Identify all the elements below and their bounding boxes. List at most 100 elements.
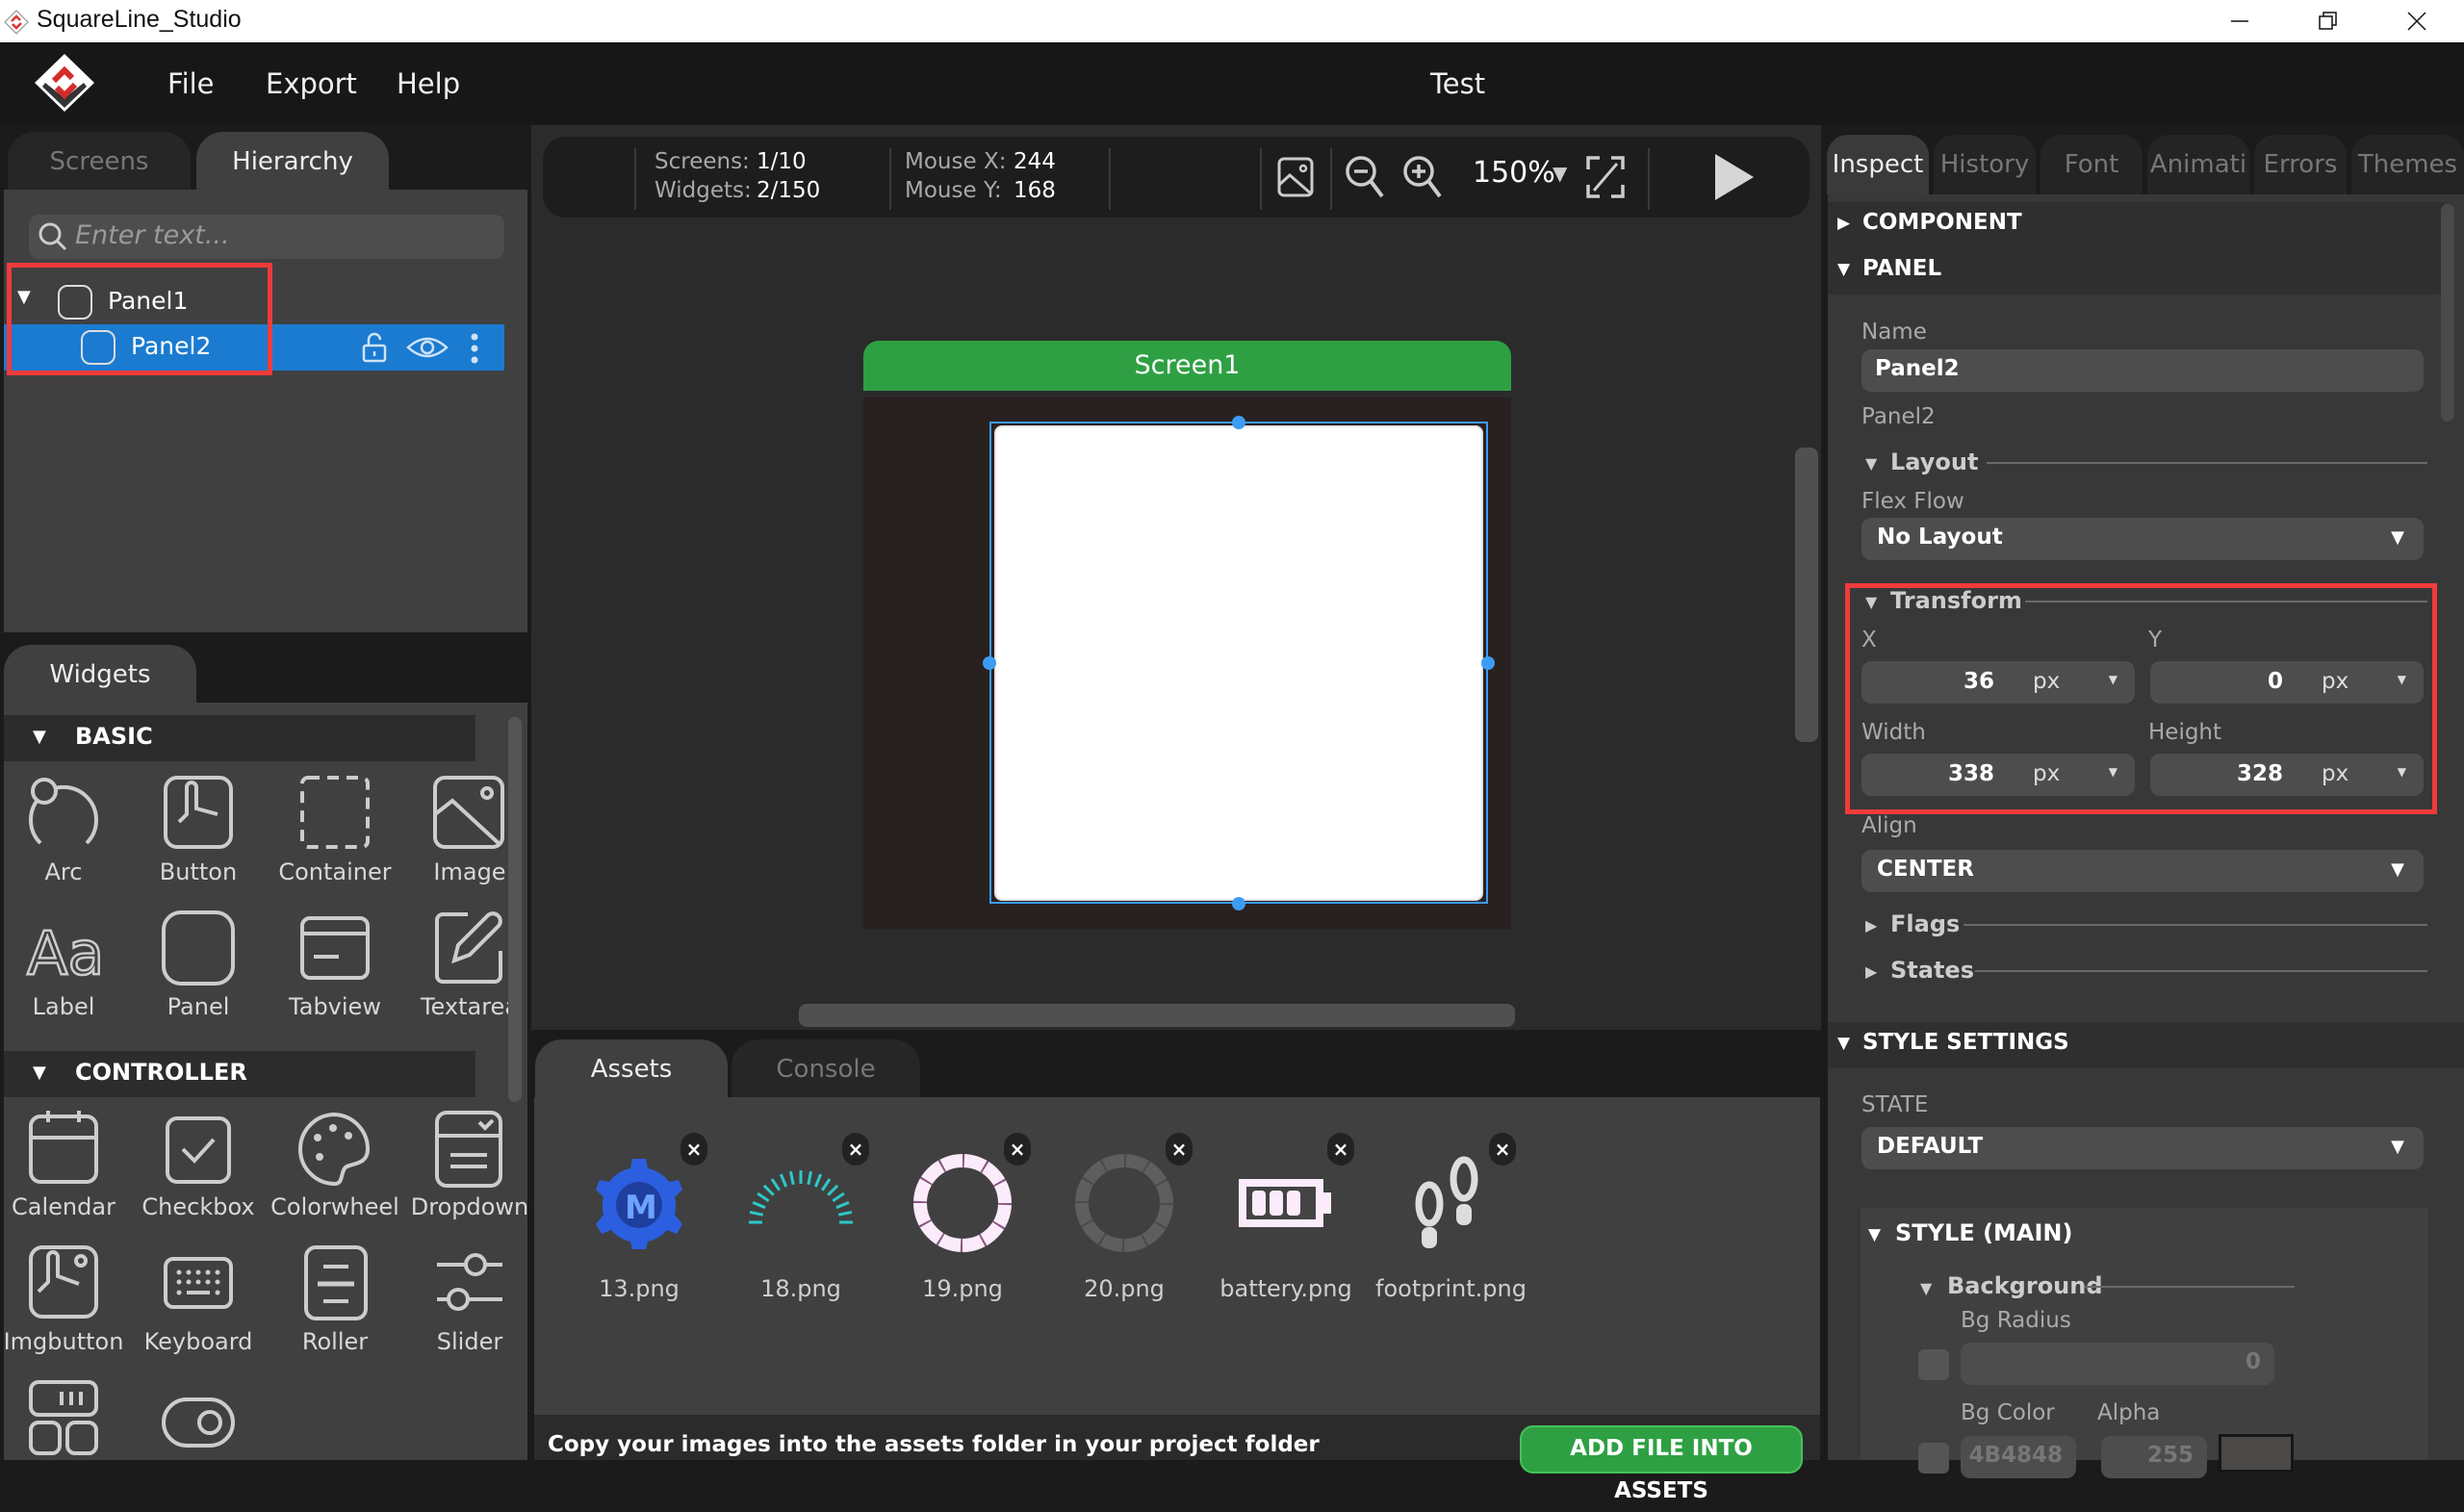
asset-item[interactable]: 18.png × <box>729 1133 873 1302</box>
widget-arc[interactable]: Arc <box>4 772 131 907</box>
section-component[interactable]: ▶ COMPONENT <box>1828 202 2444 248</box>
widget-button[interactable]: Button <box>131 772 266 907</box>
delete-asset-icon[interactable]: × <box>1327 1133 1354 1166</box>
flex-flow-select[interactable]: No Layout ▼ <box>1861 518 2424 560</box>
widget-tabview[interactable]: Tabview <box>268 907 402 1041</box>
delete-asset-icon[interactable]: × <box>1489 1133 1516 1166</box>
section-style-settings[interactable]: ▼ STYLE SETTINGS <box>1828 1022 2464 1068</box>
widget-label: Button <box>159 859 238 885</box>
bg-color-input[interactable]: 4B4848 <box>1961 1436 2076 1478</box>
inspector-scrollbar[interactable] <box>2441 204 2454 422</box>
fit-screen-icon[interactable] <box>1584 154 1627 200</box>
tab-assets[interactable]: Assets <box>535 1039 728 1099</box>
mouse-x-label: Mouse X: <box>905 149 1007 174</box>
play-simulate-icon[interactable] <box>1711 152 1756 202</box>
style-main-title[interactable]: STYLE (MAIN) <box>1895 1219 2073 1246</box>
minimize-button[interactable] <box>2196 0 2283 42</box>
zoom-level-dropdown[interactable]: 150% <box>1473 156 1555 190</box>
divider-line <box>1987 462 2427 464</box>
collapse-triangle-icon[interactable]: ▼ <box>1865 454 1877 473</box>
bg-radius-checkbox[interactable] <box>1918 1349 1949 1380</box>
expand-triangle-icon[interactable]: ▶ <box>1865 962 1877 981</box>
zoom-dropdown-caret-icon[interactable]: ▼ <box>1553 162 1567 185</box>
project-title: Test <box>1430 67 1486 100</box>
resize-handle-left[interactable] <box>983 656 996 670</box>
widget-imgbutton[interactable]: Imgbutton <box>4 1242 131 1376</box>
asset-13-gear-thumbnail: M <box>596 1159 682 1249</box>
resize-handle-top[interactable] <box>1232 416 1245 429</box>
widget-checkbox[interactable]: Checkbox <box>131 1107 266 1242</box>
add-file-into-assets-button[interactable]: ADD FILE INTO ASSETS <box>1520 1425 1803 1503</box>
widget-roller[interactable]: Roller <box>268 1242 402 1376</box>
widget-label[interactable]: Aa Label <box>4 907 131 1041</box>
background-subsection-title[interactable]: Background <box>1947 1272 2103 1299</box>
menu-file[interactable]: File <box>167 67 215 100</box>
background-image-icon[interactable] <box>1276 156 1315 198</box>
align-select[interactable]: CENTER ▼ <box>1861 850 2424 892</box>
asset-item[interactable]: battery.png × <box>1214 1133 1358 1302</box>
widget-colorwheel[interactable]: Colorwheel <box>268 1107 402 1242</box>
bg-color-checkbox[interactable] <box>1918 1443 1949 1474</box>
expand-triangle-icon[interactable]: ▶ <box>1865 916 1877 935</box>
states-subsection-title[interactable]: States <box>1890 957 1974 984</box>
tab-errors[interactable]: Errors <box>2254 135 2347 194</box>
close-button[interactable] <box>2374 0 2460 42</box>
section-panel[interactable]: ▼ PANEL <box>1828 248 2444 295</box>
menu-export[interactable]: Export <box>266 67 357 100</box>
zoom-in-icon[interactable] <box>1401 154 1446 202</box>
canvas-vertical-scrollbar[interactable] <box>1795 448 1818 742</box>
category-basic[interactable]: ▼ BASIC <box>4 715 475 761</box>
category-controller[interactable]: ▼ CONTROLLER <box>4 1051 475 1097</box>
visibility-eye-icon[interactable] <box>406 334 449 361</box>
zoom-out-icon[interactable] <box>1344 154 1388 202</box>
widgets-scrollbar[interactable] <box>508 717 522 1102</box>
alpha-input[interactable]: 255 <box>2101 1436 2207 1478</box>
canvas-horizontal-scrollbar[interactable] <box>799 1004 1515 1027</box>
unlock-icon[interactable] <box>360 332 389 363</box>
delete-asset-icon[interactable]: × <box>680 1133 707 1166</box>
tab-history[interactable]: History <box>1934 135 2036 194</box>
asset-item[interactable]: M 13.png × <box>567 1133 711 1302</box>
flags-subsection-title[interactable]: Flags <box>1890 910 1960 937</box>
collapse-triangle-icon[interactable]: ▼ <box>1920 1279 1932 1297</box>
asset-item[interactable]: 20.png × <box>1052 1133 1196 1302</box>
tab-widgets[interactable]: Widgets <box>4 645 196 705</box>
widget-spinbox[interactable] <box>4 1376 131 1460</box>
widget-dropdown[interactable]: Dropdown <box>402 1107 527 1242</box>
collapse-triangle-icon: ▼ <box>33 1063 46 1083</box>
tab-inspect[interactable]: Inspect <box>1827 135 1929 194</box>
screen-title-bar[interactable]: Screen1 <box>863 341 1511 391</box>
widget-container[interactable]: Container <box>268 772 402 907</box>
hierarchy-search-input[interactable]: Enter text... <box>29 215 504 259</box>
state-select[interactable]: DEFAULT ▼ <box>1861 1127 2424 1169</box>
widget-keyboard[interactable]: Keyboard <box>131 1242 266 1376</box>
canvas-toolbar: Screens: 1/10 Widgets: 2/150 Mouse X: 24… <box>543 137 1810 218</box>
tab-animation[interactable]: Animati <box>2147 135 2249 194</box>
asset-item[interactable]: footprint.png × <box>1375 1133 1527 1302</box>
tab-hierarchy[interactable]: Hierarchy <box>196 132 389 192</box>
widget-slider[interactable]: Slider <box>402 1242 527 1376</box>
layout-subsection-title[interactable]: Layout <box>1890 448 1978 475</box>
delete-asset-icon[interactable]: × <box>1004 1133 1031 1166</box>
asset-item[interactable]: 19.png × <box>890 1133 1035 1302</box>
bg-radius-input[interactable]: 0 <box>1961 1343 2274 1385</box>
restore-button[interactable] <box>2285 0 2372 42</box>
more-options-icon[interactable] <box>470 332 479 365</box>
tab-themes[interactable]: Themes <box>2351 135 2464 194</box>
resize-handle-bottom[interactable] <box>1232 897 1245 910</box>
tab-console[interactable]: Console <box>732 1039 920 1099</box>
collapse-triangle-icon[interactable]: ▼ <box>1868 1225 1881 1244</box>
name-input[interactable]: Panel2 <box>1861 349 2424 392</box>
tab-font[interactable]: Font <box>2040 135 2143 194</box>
delete-asset-icon[interactable]: × <box>1166 1133 1193 1166</box>
widget-panel[interactable]: Panel <box>131 907 266 1041</box>
asset-filename: 20.png <box>1084 1275 1165 1302</box>
delete-asset-icon[interactable]: × <box>842 1133 869 1166</box>
resize-handle-right[interactable] <box>1481 656 1495 670</box>
bg-color-swatch[interactable] <box>2219 1434 2294 1473</box>
widget-switch[interactable] <box>131 1376 266 1460</box>
tab-screens[interactable]: Screens <box>8 132 191 192</box>
widget-calendar[interactable]: Calendar <box>4 1107 131 1242</box>
asset-19-ring-thumbnail <box>913 1154 1012 1252</box>
menu-help[interactable]: Help <box>397 67 460 100</box>
